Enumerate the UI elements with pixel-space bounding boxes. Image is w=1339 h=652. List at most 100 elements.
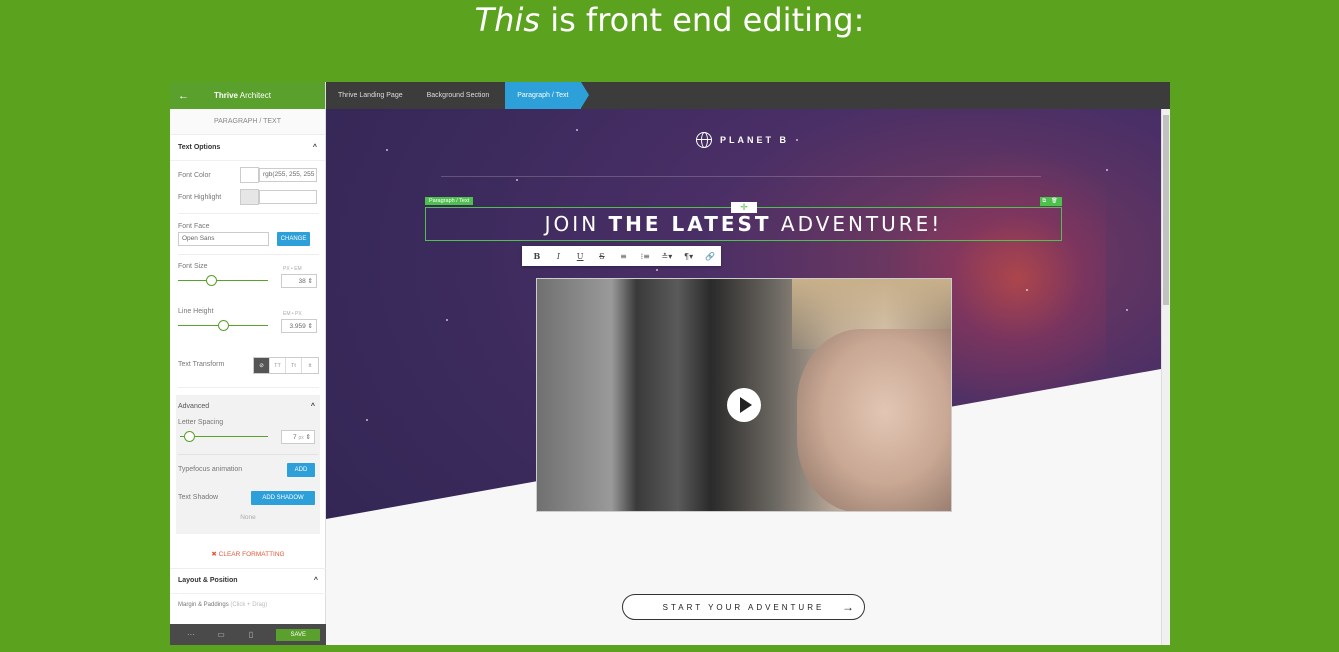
breadcrumb: Thrive Landing Page Background Section P…: [326, 82, 1170, 109]
clear-formatting-link[interactable]: ✖ CLEAR FORMATTING: [170, 550, 326, 558]
mobile-view-icon[interactable]: ▯: [236, 630, 266, 639]
letter-spacing-slider-handle[interactable]: [183, 431, 195, 442]
advanced-title: Advanced: [178, 402, 210, 410]
heading-bold: THE LATEST: [608, 212, 772, 236]
desktop-view-icon[interactable]: ▭: [206, 630, 236, 639]
text-options-title: Text Options: [178, 144, 221, 151]
divider: [178, 213, 319, 214]
advanced-header[interactable]: Advanced ^: [176, 395, 320, 417]
save-button[interactable]: SAVE: [276, 628, 320, 641]
star: [576, 129, 578, 131]
chevron-up-icon[interactable]: ^: [311, 403, 315, 410]
chevron-up-icon[interactable]: ^: [313, 144, 317, 151]
star: [516, 179, 518, 181]
font-size-slider-handle[interactable]: [206, 275, 218, 286]
layout-position-header[interactable]: Layout & Position ^: [170, 568, 326, 594]
letter-spacing-unit: px: [298, 435, 304, 441]
font-color-label: Font Color: [178, 172, 211, 179]
margin-label-text: Margin & Paddings: [178, 602, 229, 608]
font-size-units[interactable]: PX • EM: [283, 266, 302, 272]
start-adventure-button[interactable]: START YOUR ADVENTURE →: [622, 594, 865, 620]
planet-b-logo: PLANET B: [696, 132, 789, 148]
editor-sidebar: ← Thrive Architect PARAGRAPH / TEXT Text…: [170, 82, 326, 645]
video-frame-detail: [797, 329, 951, 511]
star: [366, 419, 368, 421]
brand-rest: Architect: [238, 91, 271, 100]
transform-lowercase-button[interactable]: tt: [302, 358, 318, 373]
heading-pre: JOIN: [544, 212, 609, 236]
breadcrumb-item-active[interactable]: Paragraph / Text: [505, 82, 589, 109]
inline-text-toolbar: B I U S ≡ ⁝≡ ≛▾ ¶▾ 🔗: [522, 246, 721, 266]
divider: [178, 254, 319, 255]
shadow-value: None: [240, 514, 256, 521]
star: [656, 269, 658, 271]
element-actions[interactable]: ⧉ 🗑: [1040, 197, 1062, 206]
font-size-input[interactable]: 38 ⇕: [281, 274, 317, 288]
text-options-header[interactable]: Text Options ^: [170, 135, 325, 161]
transform-capitalize-button[interactable]: Tt: [286, 358, 302, 373]
play-icon[interactable]: [727, 388, 761, 422]
font-face-input[interactable]: Open Sans: [178, 232, 269, 246]
font-highlight-swatch[interactable]: [240, 189, 259, 205]
star: [1106, 169, 1108, 171]
change-font-button[interactable]: CHANGE: [277, 232, 310, 246]
font-color-swatch[interactable]: [240, 167, 259, 183]
typefocus-label: Typefocus animation: [178, 466, 243, 473]
bullet-list-icon[interactable]: ≡: [613, 252, 635, 261]
sidebar-footer: ··· ▭ ▯ SAVE: [170, 624, 326, 645]
more-options-icon[interactable]: ···: [176, 630, 206, 639]
font-color-input[interactable]: rgb(255, 255, 255: [259, 168, 317, 182]
font-highlight-label: Font Highlight: [178, 194, 222, 201]
breadcrumb-item[interactable]: Background Section: [415, 82, 502, 109]
line-height-slider-handle[interactable]: [218, 320, 229, 331]
font-size-slider-track[interactable]: [178, 280, 268, 281]
headline-text: is front end editing:: [540, 1, 865, 39]
divider: [178, 454, 318, 455]
italic-button[interactable]: I: [548, 252, 570, 261]
font-highlight-input[interactable]: [259, 190, 317, 204]
paragraph-dropdown-icon[interactable]: ¶▾: [678, 252, 700, 261]
chevron-up-icon[interactable]: ^: [314, 577, 318, 584]
align-dropdown-icon[interactable]: ≛▾: [656, 252, 678, 261]
brand-logo: Thrive Architect: [214, 91, 271, 100]
add-shadow-button[interactable]: ADD SHADOW: [251, 491, 315, 505]
selection-label: Paragraph / Text: [425, 197, 474, 205]
page-canvas[interactable]: PLANET B Paragraph / Text ✛ ⧉ 🗑 JOIN THE…: [326, 109, 1161, 645]
text-shadow-label: Text Shadow: [178, 494, 219, 501]
star: [446, 319, 448, 321]
element-type-title: PARAGRAPH / TEXT: [170, 109, 325, 135]
letter-spacing-input[interactable]: 7 px ⇕: [281, 430, 315, 444]
line-height-value: 3.959: [289, 323, 306, 330]
brand-bold: Thrive: [214, 91, 239, 100]
text-transform-label: Text Transform: [178, 361, 225, 368]
back-arrow-icon[interactable]: ←: [178, 90, 214, 102]
editor-window: ← Thrive Architect PARAGRAPH / TEXT Text…: [170, 82, 1170, 645]
scrollbar-thumb[interactable]: [1163, 115, 1169, 305]
header-divider: [441, 176, 1041, 177]
bold-button[interactable]: B: [526, 251, 548, 261]
sidebar-header: ← Thrive Architect: [170, 82, 325, 109]
strikethrough-button[interactable]: S: [591, 252, 613, 261]
margin-paddings-label: Margin & Paddings (Click + Drag): [178, 602, 267, 608]
line-height-input[interactable]: 3.959 ⇕: [281, 319, 317, 333]
breadcrumb-item[interactable]: Thrive Landing Page: [326, 82, 415, 109]
add-typefocus-button[interactable]: ADD: [287, 463, 315, 477]
link-icon[interactable]: 🔗: [699, 252, 721, 261]
cta-label: START YOUR ADVENTURE: [662, 602, 825, 612]
video-player[interactable]: [536, 278, 952, 512]
logo-text: PLANET B: [720, 135, 789, 145]
line-height-units[interactable]: EM • PX: [283, 311, 302, 317]
star: [796, 139, 798, 141]
line-height-label: Line Height: [178, 308, 214, 315]
transform-uppercase-button[interactable]: TT: [270, 358, 286, 373]
transform-none-button[interactable]: ⊘: [254, 358, 270, 373]
hero-heading[interactable]: JOIN THE LATEST ADVENTURE!: [426, 209, 1061, 239]
headline-emphasis: This: [474, 1, 541, 39]
star: [1026, 289, 1028, 291]
numbered-list-icon[interactable]: ⁝≡: [634, 252, 656, 261]
font-face-label: Font Face: [178, 223, 210, 230]
canvas-scrollbar[interactable]: [1161, 109, 1170, 645]
font-size-label: Font Size: [178, 263, 208, 270]
underline-button[interactable]: U: [569, 252, 591, 261]
font-size-value: 38: [298, 278, 306, 285]
